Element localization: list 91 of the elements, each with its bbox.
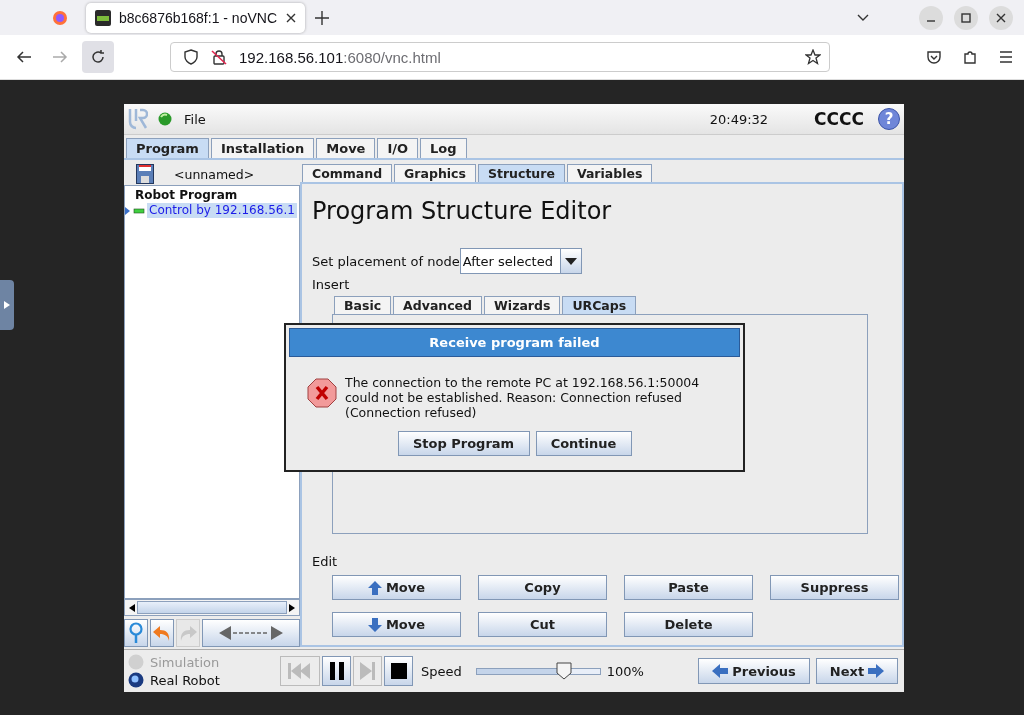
left-arrow-icon <box>712 664 729 678</box>
search-icon <box>128 622 144 644</box>
speed-label: Speed <box>421 663 462 679</box>
edit-label: Edit <box>312 554 339 569</box>
radio-button[interactable] <box>128 672 144 688</box>
edit-button[interactable]: Cut <box>478 612 607 637</box>
pocket-icon[interactable] <box>926 49 942 65</box>
editor-tab[interactable]: Structure <box>477 164 565 182</box>
scroll-left-icon[interactable] <box>129 603 135 612</box>
collapse-expand-button[interactable] <box>202 619 300 647</box>
edit-button[interactable]: Move <box>332 612 461 637</box>
placement-label: Set placement of node <box>312 253 460 269</box>
url-text: 192.168.56.101:6080/vnc.html <box>239 48 441 66</box>
insert-label: Insert <box>312 277 351 292</box>
star-icon[interactable] <box>805 49 821 65</box>
rewind-icon <box>288 663 312 679</box>
editor-tab[interactable]: Command <box>302 164 393 182</box>
editor-title: Program Structure Editor <box>312 196 613 226</box>
tab-title: b8c6876b168f:1 - noVNC <box>119 9 278 26</box>
close-icon[interactable] <box>286 12 296 23</box>
right-arrow-icon <box>868 664 885 678</box>
main-tab[interactable]: Program <box>126 138 209 158</box>
mode-label: Simulation <box>150 654 220 670</box>
node-marker-icon <box>125 206 145 215</box>
close-icon[interactable] <box>989 5 1013 30</box>
edit-button[interactable]: Suppress <box>770 575 899 600</box>
speed-reading: 100% <box>606 663 644 679</box>
program-name: <unnamed> <box>174 166 255 182</box>
double-arrow-icon <box>219 626 283 640</box>
insert-tab[interactable]: URCaps <box>562 296 637 314</box>
main-tab[interactable]: Move <box>316 138 376 158</box>
browser-tab[interactable]: b8c6876b168f:1 - noVNC <box>86 2 305 33</box>
dialog-message: The connection to the remote PC at 192.168.56.1:50004 could not be established. Reason: Connection refused (Connection refused) <box>345 375 701 420</box>
back-arrow-icon[interactable] <box>16 49 32 65</box>
triangle-right-icon <box>4 301 10 309</box>
error-icon <box>307 378 337 408</box>
insert-tab[interactable]: Advanced <box>393 296 483 314</box>
address-bar[interactable]: 192.168.56.101:6080/vnc.html <box>170 42 830 72</box>
down-arrow-icon <box>367 617 382 632</box>
clock-time: 20:49:32 <box>709 111 769 127</box>
main-tab[interactable]: Installation <box>210 138 315 158</box>
edit-button[interactable]: Move <box>332 575 461 600</box>
pause-icon <box>328 662 345 680</box>
stop-icon <box>390 663 407 679</box>
minimize-icon[interactable] <box>919 5 943 30</box>
redo-icon <box>178 624 198 642</box>
scroll-right-icon[interactable] <box>289 603 295 612</box>
dialog-button[interactable]: Continue <box>535 431 632 456</box>
nav-button[interactable]: Next <box>816 658 898 684</box>
status-globe-icon <box>158 112 172 126</box>
reload-button[interactable] <box>82 41 114 73</box>
tree-node[interactable]: Control by 192.168.56.1 <box>147 203 297 218</box>
robot-name: CCCC <box>814 109 864 129</box>
sidebar-handle[interactable] <box>0 280 14 330</box>
placement-dropdown[interactable]: After selected <box>459 248 582 274</box>
edit-button[interactable]: Delete <box>624 612 753 637</box>
mode-label: Real Robot <box>150 672 220 688</box>
menu-icon[interactable] <box>998 49 1014 65</box>
firefox-icon[interactable] <box>52 9 68 26</box>
slider-thumb[interactable] <box>555 662 572 680</box>
undo-button[interactable] <box>150 619 174 647</box>
new-tab-icon[interactable] <box>315 10 329 25</box>
nav-button[interactable]: Previous <box>698 658 810 684</box>
chevron-down-icon[interactable] <box>857 13 869 22</box>
maximize-icon[interactable] <box>954 5 978 30</box>
main-tab[interactable]: Log <box>420 138 467 158</box>
reload-icon <box>90 49 106 65</box>
caret-icon <box>564 257 577 265</box>
insert-tab[interactable]: Wizards <box>484 296 561 314</box>
dialog-button[interactable]: Stop Program <box>397 431 530 456</box>
horizontal-scrollbar[interactable] <box>124 599 300 616</box>
step-forward-icon <box>359 662 376 680</box>
undo-icon <box>152 624 172 642</box>
terminal-icon <box>95 9 111 26</box>
insert-tab[interactable]: Basic <box>334 296 392 314</box>
editor-tab[interactable]: Graphics <box>394 164 476 182</box>
file-menu[interactable]: File <box>184 111 206 127</box>
edit-button[interactable]: Copy <box>478 575 607 600</box>
crossed-lock-icon <box>211 49 227 65</box>
radio-button[interactable] <box>128 654 144 670</box>
search-button[interactable] <box>124 619 148 647</box>
pause-button[interactable] <box>322 656 351 686</box>
main-tab[interactable]: I/O <box>377 138 419 158</box>
edit-button[interactable]: Paste <box>624 575 753 600</box>
shield-icon <box>183 49 199 65</box>
dialog-title: Receive program failed <box>289 328 740 357</box>
logo-icon <box>128 108 148 130</box>
up-arrow-icon <box>367 580 382 595</box>
tree-node[interactable]: Robot Program <box>125 188 299 203</box>
stop-button[interactable] <box>384 656 413 686</box>
editor-tab[interactable]: Variables <box>566 164 653 182</box>
